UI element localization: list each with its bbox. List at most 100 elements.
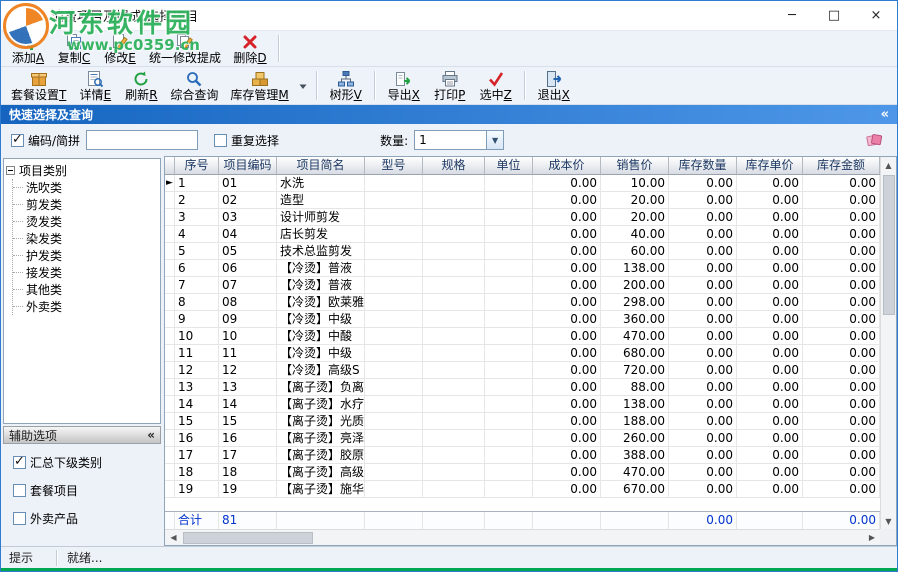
aux-option[interactable]: 套餐项目 (13, 482, 161, 499)
aux-option-label: 套餐项目 (30, 482, 78, 499)
batch-modify-commission-button[interactable]: 统一修改提成 (143, 32, 227, 65)
row-indicator (165, 328, 175, 345)
code-input[interactable] (86, 130, 198, 150)
table-row[interactable]: 1212【冷烫】高级S0.00720.000.000.000.00 (165, 362, 880, 379)
column-header[interactable]: 库存金额 (803, 157, 880, 175)
horizontal-scrollbar[interactable] (165, 529, 880, 545)
tree-item[interactable]: 烫发类 (13, 213, 158, 230)
table-row[interactable]: 1414【离子烫】水疗0.00138.000.000.000.00 (165, 396, 880, 413)
check-icon (487, 70, 505, 88)
table-row[interactable]: 303设计师剪发0.0020.000.000.000.00 (165, 209, 880, 226)
vertical-scroll-thumb[interactable] (883, 175, 895, 315)
select-button[interactable]: 选中Z (473, 68, 519, 103)
table-row[interactable]: 202造型0.0020.000.000.000.00 (165, 192, 880, 209)
export-button[interactable]: 导出X (381, 68, 427, 103)
combo-dropdown-icon[interactable] (486, 131, 503, 149)
table-row[interactable]: 505技术总监剪发0.0060.000.000.000.00 (165, 243, 880, 260)
table-row[interactable]: 1313【离子烫】负离0.0088.000.000.000.00 (165, 379, 880, 396)
column-header[interactable]: 单位 (485, 157, 533, 175)
package-settings-button[interactable]: 套餐设置T (5, 68, 72, 103)
print-button[interactable]: 打印P (427, 68, 473, 103)
tree-item[interactable]: 染发类 (13, 230, 158, 247)
tree-item[interactable]: 洗吹类 (13, 179, 158, 196)
column-header[interactable]: 序号 (175, 157, 219, 175)
column-header[interactable]: 项目编码 (219, 157, 277, 175)
table-row[interactable]: 1818【离子烫】高级0.00470.000.000.000.00 (165, 464, 880, 481)
maximize-button[interactable]: □ (813, 1, 855, 30)
aux-option[interactable]: 外卖产品 (13, 510, 161, 527)
horizontal-scroll-thumb[interactable] (183, 532, 313, 544)
aux-option[interactable]: 汇总下级类别 (13, 454, 161, 471)
grid-cell: 0.00 (533, 481, 601, 498)
column-header[interactable]: 库存数量 (669, 157, 737, 175)
repeat-select-checkbox[interactable] (214, 134, 227, 147)
scroll-right-icon[interactable] (864, 530, 880, 546)
tree-item[interactable]: 外卖类 (13, 298, 158, 315)
grid-cell: 0.00 (669, 243, 737, 260)
checkbox[interactable] (13, 484, 26, 497)
grid-cell: 0.00 (669, 464, 737, 481)
grid-cell: 0.00 (803, 243, 880, 260)
column-header[interactable]: 项目简名 (277, 157, 365, 175)
column-header[interactable]: 销售价 (601, 157, 669, 175)
toolbar-button-label: 删除D (233, 52, 266, 65)
code-checkbox[interactable] (11, 134, 24, 147)
details-button[interactable]: 详情E (72, 68, 118, 103)
scroll-down-icon[interactable] (881, 513, 897, 529)
tree-item[interactable]: 其他类 (13, 281, 158, 298)
table-row[interactable]: ►101水洗0.0010.000.000.000.00 (165, 175, 880, 192)
aux-options-header[interactable]: 辅助选项 « (3, 426, 161, 444)
inventory-dropdown-button[interactable] (295, 68, 311, 103)
table-row[interactable]: 1919【离子烫】施华0.00670.000.000.000.00 (165, 481, 880, 498)
table-row[interactable]: 1616【离子烫】亮泽0.00260.000.000.000.00 (165, 430, 880, 447)
aux-collapse-chevron-icon[interactable]: « (147, 428, 155, 442)
delete-button[interactable]: 删除D (227, 32, 273, 65)
tree-item[interactable]: 护发类 (13, 247, 158, 264)
column-header[interactable]: 型号 (365, 157, 423, 175)
table-row[interactable]: 1111【冷烫】中级0.00680.000.000.000.00 (165, 345, 880, 362)
table-row[interactable]: 1010【冷烫】中酸0.00470.000.000.000.00 (165, 328, 880, 345)
grid-cell: 138.00 (601, 260, 669, 277)
quantity-combobox[interactable]: 1 (414, 130, 504, 150)
grid-cell: 680.00 (601, 345, 669, 362)
add-button[interactable]: 添加A (5, 32, 51, 65)
code-checkbox-row[interactable]: 编码/简拼 (11, 132, 80, 149)
checkbox[interactable] (13, 456, 26, 469)
table-row[interactable]: 707【冷烫】普液0.00200.000.000.000.00 (165, 277, 880, 294)
checkbox[interactable] (13, 512, 26, 525)
grid-cell: 0.00 (533, 311, 601, 328)
table-row[interactable]: 1717【离子烫】胶原0.00388.000.000.000.00 (165, 447, 880, 464)
tree-item[interactable]: 接发类 (13, 264, 158, 281)
close-button[interactable]: × (855, 1, 897, 30)
column-header-indicator[interactable] (165, 157, 175, 175)
toolbar-button-label: 套餐设置T (11, 89, 66, 102)
tree-collapse-icon[interactable] (6, 166, 15, 175)
grid-cell (365, 396, 423, 413)
grid-cell: 0.00 (533, 175, 601, 192)
table-row[interactable]: 404店长剪发0.0040.000.000.000.00 (165, 226, 880, 243)
table-row[interactable]: 606【冷烫】普液0.00138.000.000.000.00 (165, 260, 880, 277)
scroll-left-icon[interactable] (165, 530, 181, 546)
exit-button[interactable]: 退出X (531, 68, 577, 103)
comprehensive-query-button[interactable]: 综合查询 (164, 68, 224, 103)
table-row[interactable]: 1515【离子烫】光质0.00188.000.000.000.00 (165, 413, 880, 430)
inventory-manage-button[interactable]: 库存管理M (224, 68, 294, 103)
tree-root[interactable]: 项目类别 (6, 162, 158, 179)
column-header[interactable]: 库存单价 (737, 157, 803, 175)
modify-button[interactable]: 修改E (97, 32, 143, 65)
collapse-chevron-icon[interactable]: « (881, 107, 889, 122)
tree-item[interactable]: 剪发类 (13, 196, 158, 213)
column-header[interactable]: 规格 (423, 157, 485, 175)
scroll-up-icon[interactable] (881, 157, 897, 173)
table-row[interactable]: 909【冷烫】中级0.00360.000.000.000.00 (165, 311, 880, 328)
toolbar-button-label: 退出X (538, 89, 570, 102)
repeat-checkbox-row[interactable]: 重复选择 (214, 132, 279, 149)
bookmark-icon[interactable] (866, 133, 883, 148)
vertical-scrollbar[interactable] (880, 157, 896, 529)
copy-button[interactable]: 复制C (51, 32, 97, 65)
refresh-button[interactable]: 刷新R (118, 68, 164, 103)
tree-view-button[interactable]: 树形V (323, 68, 369, 103)
table-row[interactable]: 808【冷烫】欧莱雅0.00298.000.000.000.00 (165, 294, 880, 311)
column-header[interactable]: 成本价 (533, 157, 601, 175)
minimize-button[interactable]: ─ (771, 1, 813, 30)
